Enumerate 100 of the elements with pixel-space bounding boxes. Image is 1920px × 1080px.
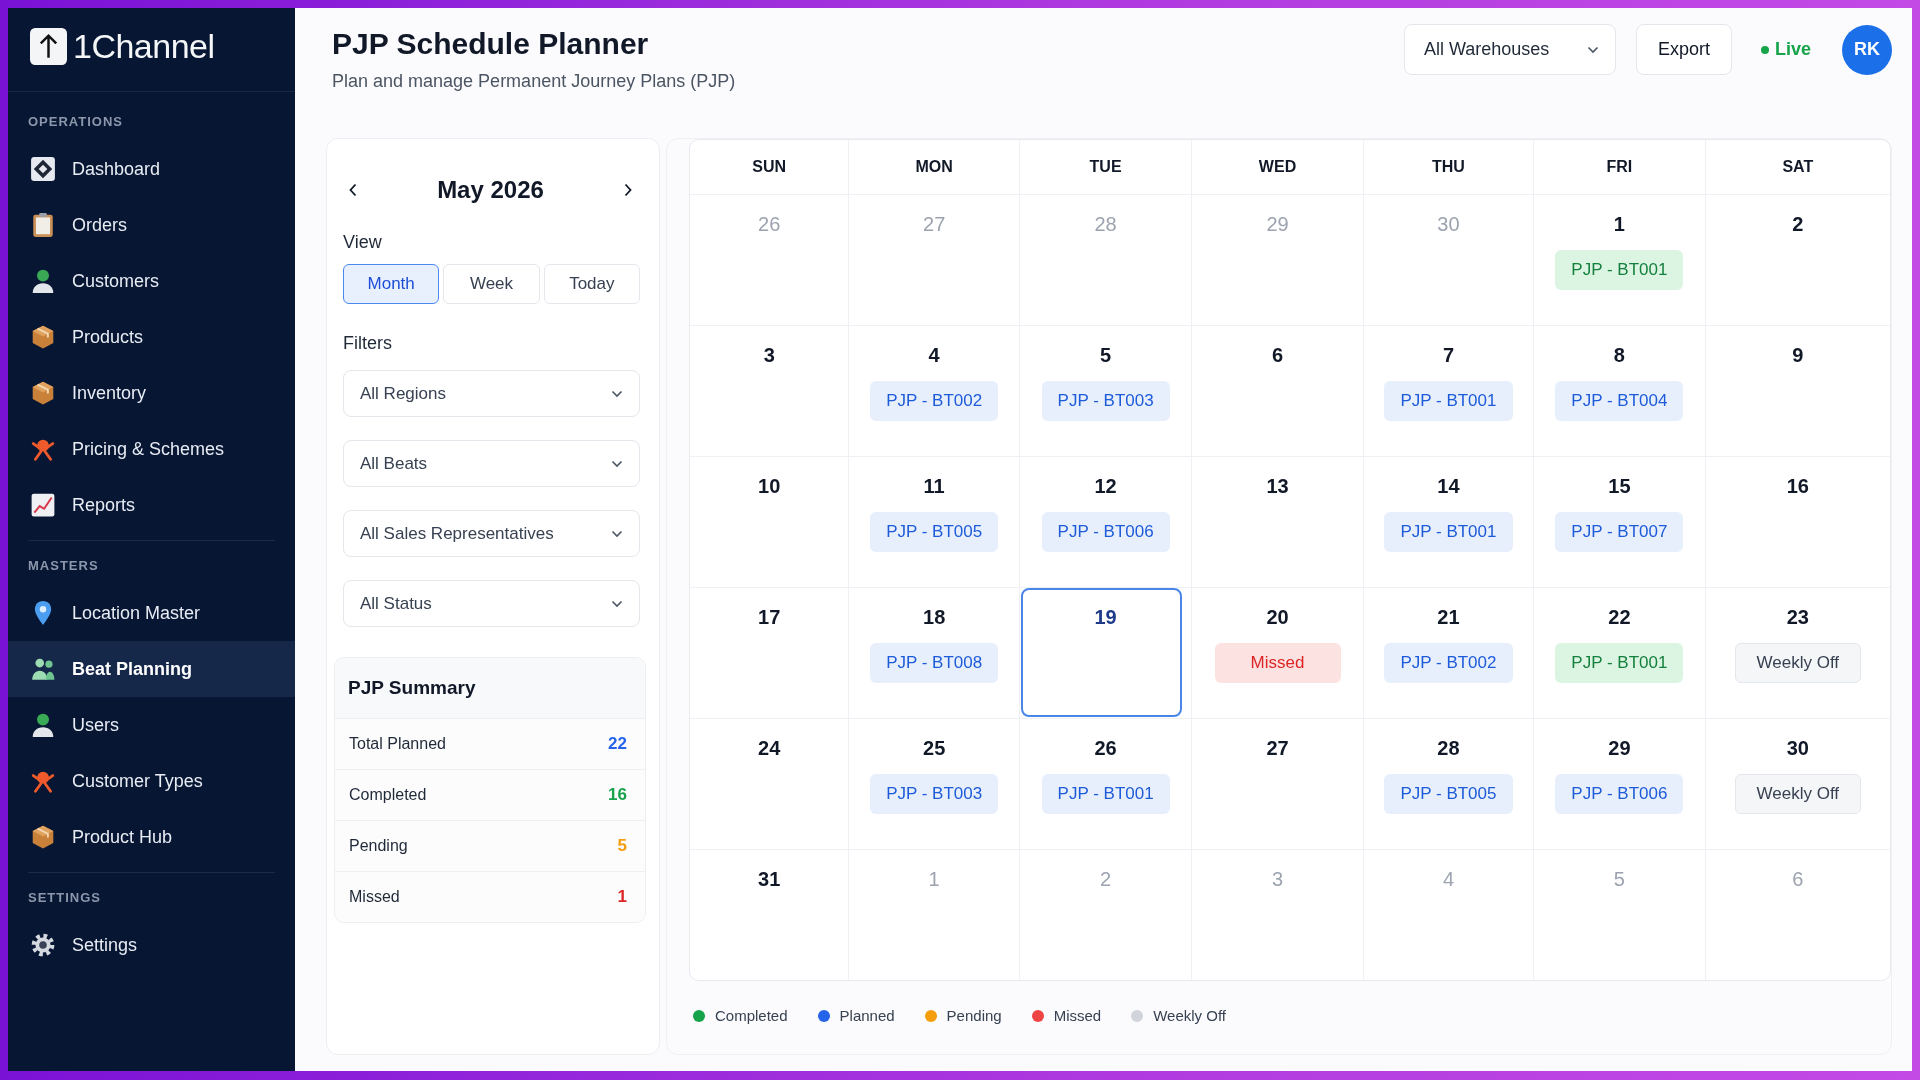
view-tab[interactable]: Month <box>343 264 440 304</box>
sidebar-section-heading: OPERATIONS <box>28 114 123 129</box>
schedule-tag[interactable]: PJP - BT001 <box>1384 512 1513 552</box>
schedule-tag[interactable]: PJP - BT007 <box>1555 512 1684 552</box>
sidebar-item[interactable]: Reports <box>8 477 295 533</box>
people-icon <box>30 656 56 682</box>
section-label: View <box>343 232 382 252</box>
day-number: 31 <box>758 867 781 891</box>
schedule-tag[interactable]: PJP - BT001 <box>1384 381 1513 421</box>
sidebar-item[interactable]: Products <box>8 309 295 365</box>
diamond-tile-icon <box>30 156 56 182</box>
sidebar-section-heading: MASTERS <box>28 558 99 573</box>
next-month-button[interactable] <box>624 183 632 197</box>
export-button[interactable]: Export <box>1635 24 1732 75</box>
chevron-down-icon <box>611 389 623 398</box>
sidebar-item[interactable]: Settings <box>8 917 295 973</box>
sidebar-item[interactable]: Customers <box>8 253 295 309</box>
schedule-tag[interactable]: PJP - BT001 <box>1555 643 1684 683</box>
day-number: 16 <box>1786 474 1809 498</box>
day-number: 10 <box>758 474 781 498</box>
legend-label: Planned <box>839 1007 895 1024</box>
day-number: 4 <box>1442 867 1454 891</box>
summary-value: 16 <box>608 785 627 805</box>
chevron-down-icon <box>611 529 623 538</box>
schedule-tag[interactable]: PJP - BT003 <box>1041 381 1170 421</box>
filter-select[interactable]: All Status <box>343 580 640 627</box>
schedule-tag[interactable]: PJP - BT008 <box>870 643 999 683</box>
sidebar-item[interactable]: Beat Planning <box>8 641 295 697</box>
schedule-tag[interactable]: PJP - BT005 <box>1384 774 1513 814</box>
clipboard-icon <box>30 212 56 238</box>
brand-name: 1Channel <box>73 27 215 66</box>
summary-label: Total Planned <box>349 735 446 753</box>
weekday-label: WED <box>1258 158 1297 176</box>
day-number: 5 <box>1613 867 1625 891</box>
day-number: 5 <box>1100 343 1112 367</box>
summary-value: 22 <box>608 734 627 754</box>
day-number: 6 <box>1271 343 1284 367</box>
day-number: 22 <box>1608 605 1631 629</box>
previous-month-button[interactable] <box>349 183 357 197</box>
legend-label: Completed <box>715 1007 788 1024</box>
month-title: May 2026 <box>437 176 544 204</box>
weekday-label: MON <box>915 158 953 176</box>
summary-value: 1 <box>617 887 627 907</box>
day-number: 1 <box>1613 212 1625 236</box>
weekday-label: FRI <box>1606 158 1633 176</box>
schedule-tag[interactable]: PJP - BT005 <box>870 512 999 552</box>
sidebar-item[interactable]: Users <box>8 697 295 753</box>
box-icon <box>30 380 56 406</box>
page-title: PJP Schedule Planner <box>332 26 649 62</box>
schedule-tag[interactable]: PJP - BT002 <box>870 381 999 421</box>
day-number: 2 <box>1792 212 1804 236</box>
person-icon <box>30 268 56 294</box>
sidebar-item[interactable]: Customer Types <box>8 753 295 809</box>
day-number: 7 <box>1442 343 1454 367</box>
summary-label: Completed <box>349 786 427 804</box>
page-subtitle: Plan and manage Permanent Journey Plans (PJP) <box>332 70 736 92</box>
schedule-tag[interactable]: PJP - BT004 <box>1555 381 1684 421</box>
view-tab[interactable]: Today <box>543 264 640 304</box>
weekday-label: SAT <box>1782 158 1814 176</box>
sidebar-item[interactable]: Product Hub <box>8 809 295 865</box>
schedule-tag[interactable]: PJP - BT001 <box>1041 774 1170 814</box>
day-number: 29 <box>1266 212 1289 236</box>
live-status: Live <box>1774 39 1811 60</box>
sidebar-item[interactable]: Orders <box>8 197 295 253</box>
warehouse-select[interactable]: All Warehouses <box>1403 24 1616 75</box>
filter-select[interactable]: All Regions <box>343 370 640 417</box>
day-number: 19 <box>1094 605 1117 629</box>
sidebar-item[interactable]: Dashboard <box>8 141 295 197</box>
day-number: 15 <box>1608 474 1631 498</box>
legend-label: Missed <box>1053 1007 1102 1024</box>
day-number: 30 <box>1437 212 1460 236</box>
schedule-tag[interactable]: PJP - BT003 <box>870 774 999 814</box>
schedule-tag[interactable]: Missed <box>1214 643 1341 683</box>
user-avatar[interactable]: RK <box>1842 24 1892 75</box>
day-number: 30 <box>1786 736 1809 760</box>
day-number: 18 <box>923 605 946 629</box>
sidebar-item[interactable]: Inventory <box>8 365 295 421</box>
filter-select[interactable]: All Sales Representatives <box>343 510 640 557</box>
filter-select[interactable]: All Beats <box>343 440 640 487</box>
day-number: 27 <box>1266 736 1289 760</box>
status-dot-icon <box>1760 45 1769 54</box>
schedule-tag[interactable]: Weekly Off <box>1734 774 1861 814</box>
day-number: 9 <box>1792 343 1804 367</box>
day-number: 14 <box>1437 474 1460 498</box>
day-number: 1 <box>928 867 940 891</box>
schedule-tag[interactable]: PJP - BT006 <box>1555 774 1684 814</box>
weekday-label: TUE <box>1089 158 1122 176</box>
day-number: 3 <box>763 343 775 367</box>
schedule-tag[interactable]: Weekly Off <box>1734 643 1861 683</box>
section-label: Filters <box>343 333 392 353</box>
sidebar-item[interactable]: Location Master <box>8 585 295 641</box>
day-number: 4 <box>928 343 940 367</box>
summary-label: Missed <box>349 888 400 906</box>
sidebar-item[interactable]: Pricing & Schemes <box>8 421 295 477</box>
view-tab[interactable]: Week <box>443 264 540 304</box>
schedule-tag[interactable]: PJP - BT001 <box>1555 250 1684 290</box>
day-number: 29 <box>1608 736 1631 760</box>
schedule-tag[interactable]: PJP - BT006 <box>1041 512 1170 552</box>
day-number: 26 <box>758 212 781 236</box>
schedule-tag[interactable]: PJP - BT002 <box>1384 643 1513 683</box>
